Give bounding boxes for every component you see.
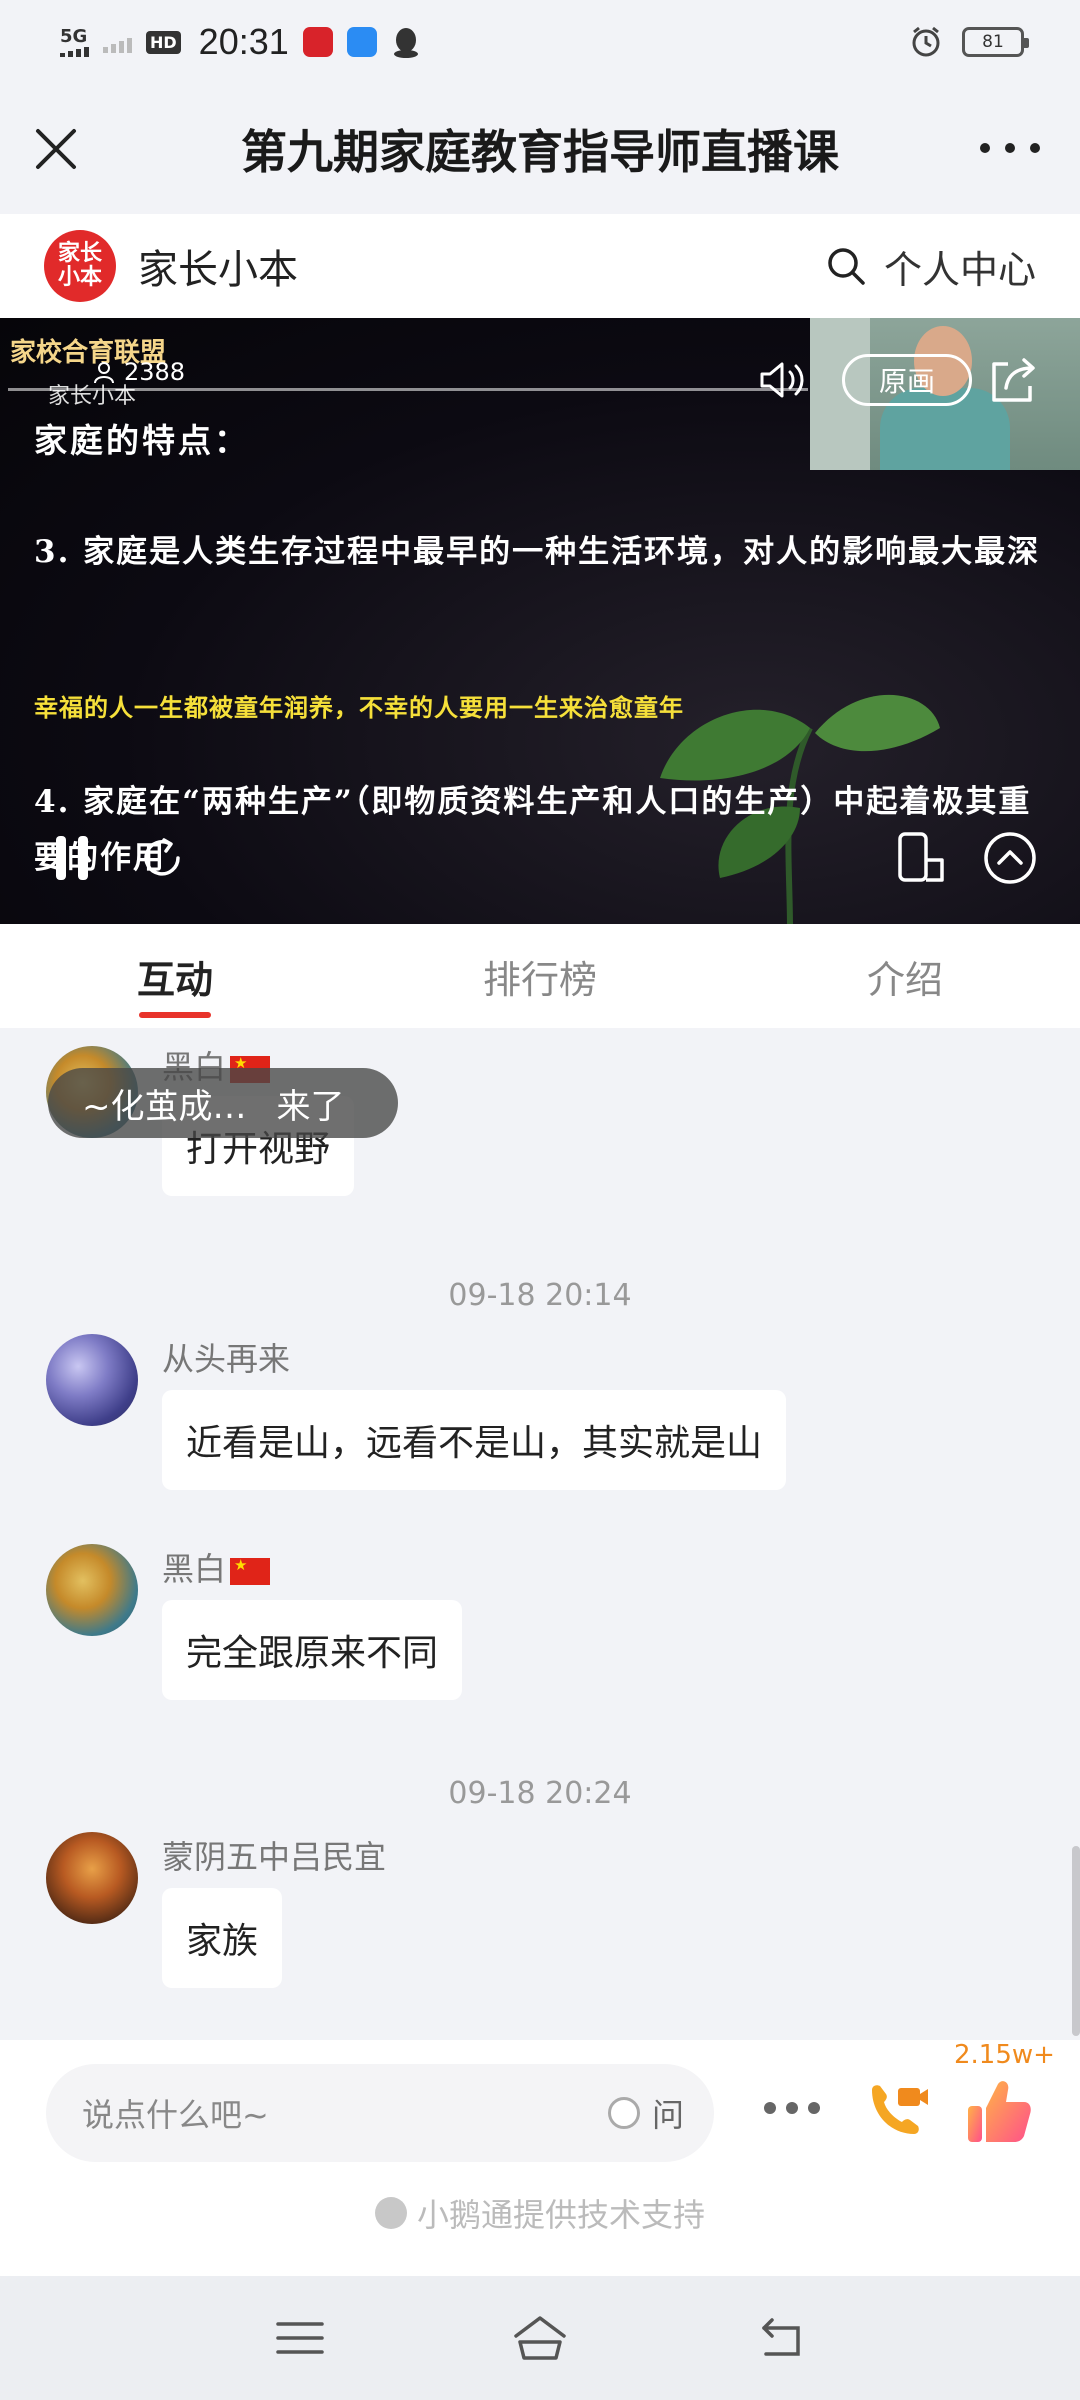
rotate-screen-icon[interactable] xyxy=(894,830,950,886)
tab-intro[interactable]: 介绍 xyxy=(730,924,1080,1028)
signal-2-icon xyxy=(103,31,132,53)
input-area: 说点什么吧~ 问 2.15w+ 小鹅通提供技术支持 xyxy=(0,2040,1080,2276)
join-action: 来了 xyxy=(276,1086,345,1127)
status-bar: 5G HD 20:31 81 xyxy=(0,0,1080,84)
battery-icon: 81 xyxy=(962,27,1029,57)
hd-badge: HD xyxy=(146,30,181,54)
message-bubble: 完全跟原来不同 xyxy=(162,1600,463,1700)
status-left: 5G HD 20:31 xyxy=(60,21,421,63)
avatar[interactable] xyxy=(46,1544,138,1636)
more-menu-button[interactable] xyxy=(980,130,1040,166)
ask-label: 问 xyxy=(651,2096,684,2134)
viewer-count: 2388 xyxy=(92,358,185,386)
person-icon xyxy=(94,362,114,384)
avatar[interactable] xyxy=(46,1334,138,1426)
brand-name[interactable]: 家长小本 xyxy=(138,237,298,295)
viewer-count-value: 2388 xyxy=(124,358,186,386)
join-user: ~化茧成… xyxy=(82,1086,247,1127)
brand-bar: 家长 小本 家长小本 个人中心 xyxy=(0,214,1080,318)
brand-logo[interactable]: 家长 小本 xyxy=(44,230,116,302)
join-notification: ~化茧成… 来了 xyxy=(48,1068,398,1138)
dingtalk-icon xyxy=(346,27,377,57)
system-nav-bar xyxy=(0,2276,1080,2400)
timestamp: 09-18 20:14 xyxy=(448,1278,632,1313)
avatar[interactable] xyxy=(46,1832,138,1924)
tab-bar: 互动 排行榜 介绍 xyxy=(0,924,1080,1028)
dot-icon xyxy=(980,143,990,153)
video-call-icon[interactable] xyxy=(862,2076,932,2146)
dot-icon xyxy=(1005,143,1015,153)
user-center-label[interactable]: 个人中心 xyxy=(884,239,1036,294)
like-count: 2.15w+ xyxy=(954,2040,1055,2070)
close-icon[interactable] xyxy=(32,125,80,173)
timestamp: 09-18 20:24 xyxy=(448,1776,632,1811)
clock: 20:31 xyxy=(198,21,289,62)
qq-icon xyxy=(393,28,418,58)
scrollbar[interactable] xyxy=(1072,1846,1080,2036)
page-title: 第九期家庭教育指导师直播课 xyxy=(241,125,839,179)
comment-input[interactable]: 说点什么吧~ 问 xyxy=(46,2064,714,2162)
share-icon[interactable] xyxy=(986,354,1040,406)
back-icon[interactable] xyxy=(750,2310,810,2366)
network-type: 5G xyxy=(60,25,88,47)
tab-interaction[interactable]: 互动 xyxy=(0,924,350,1028)
alarm-icon xyxy=(912,26,940,57)
battery-level: 81 xyxy=(982,32,1004,52)
slide-quote: 幸福的人一生都被童年润养，不幸的人要用一生来治愈童年 xyxy=(34,693,684,722)
status-right: 81 xyxy=(910,26,1029,58)
signal-5g: 5G xyxy=(60,25,89,57)
home-icon[interactable] xyxy=(510,2310,570,2366)
user-center-link[interactable]: 个人中心 xyxy=(826,239,1036,294)
thumbs-up-icon[interactable] xyxy=(962,2074,1036,2148)
more-options-button[interactable] xyxy=(764,2102,820,2116)
video-progress-bar xyxy=(8,388,808,391)
china-flag-icon xyxy=(230,1556,271,1585)
input-placeholder: 说点什么吧~ xyxy=(82,2096,269,2134)
slide-title: 家庭的特点： xyxy=(34,421,250,460)
ask-question-toggle[interactable]: 问 xyxy=(607,2090,684,2136)
radio-icon[interactable] xyxy=(607,2097,640,2129)
logo-line2: 小本 xyxy=(57,265,102,290)
logo-line1: 家长 xyxy=(57,241,102,266)
powered-by-text: 小鹅通提供技术支持 xyxy=(416,2196,705,2234)
volume-icon[interactable] xyxy=(756,358,812,402)
powered-by: 小鹅通提供技术支持 xyxy=(0,2190,1080,2236)
menu-icon[interactable] xyxy=(270,2310,330,2366)
news-app-icon xyxy=(302,27,333,57)
tab-ranking[interactable]: 排行榜 xyxy=(350,924,730,1028)
refresh-icon[interactable] xyxy=(138,834,186,882)
live-video-player[interactable]: 家校合育联盟 家长小本 2388 家庭的特点： 3. 家庭是人类生存过程中最早的… xyxy=(0,318,1080,924)
xiaoetong-logo-icon xyxy=(374,2197,407,2229)
collapse-up-icon[interactable] xyxy=(982,830,1038,886)
message-nickname[interactable]: 从头再来 xyxy=(162,1334,290,1380)
chat-list[interactable]: 黑白 打开视野 ~化茧成… 来了 09-18 20:14 从头再来 近看是山，远… xyxy=(0,1028,1080,2040)
message-bubble: 家族 xyxy=(162,1888,283,1988)
dot-icon xyxy=(1030,143,1040,153)
message-nickname[interactable]: 黑白 xyxy=(162,1544,271,1590)
pause-icon[interactable] xyxy=(56,836,92,880)
search-icon[interactable] xyxy=(826,246,866,286)
message-bubble: 近看是山，远看不是山，其实就是山 xyxy=(162,1390,787,1490)
title-bar: 第九期家庭教育指导师直播课 xyxy=(0,84,1080,214)
slide-point-3: 3. 家庭是人类生存过程中最早的一种生活环境，对人的影响最大最深 xyxy=(34,534,1041,570)
quality-button[interactable]: 原画 xyxy=(842,354,972,406)
signal-bars-icon xyxy=(60,46,89,57)
message-nickname[interactable]: 蒙阴五中吕民宜 xyxy=(162,1832,386,1878)
